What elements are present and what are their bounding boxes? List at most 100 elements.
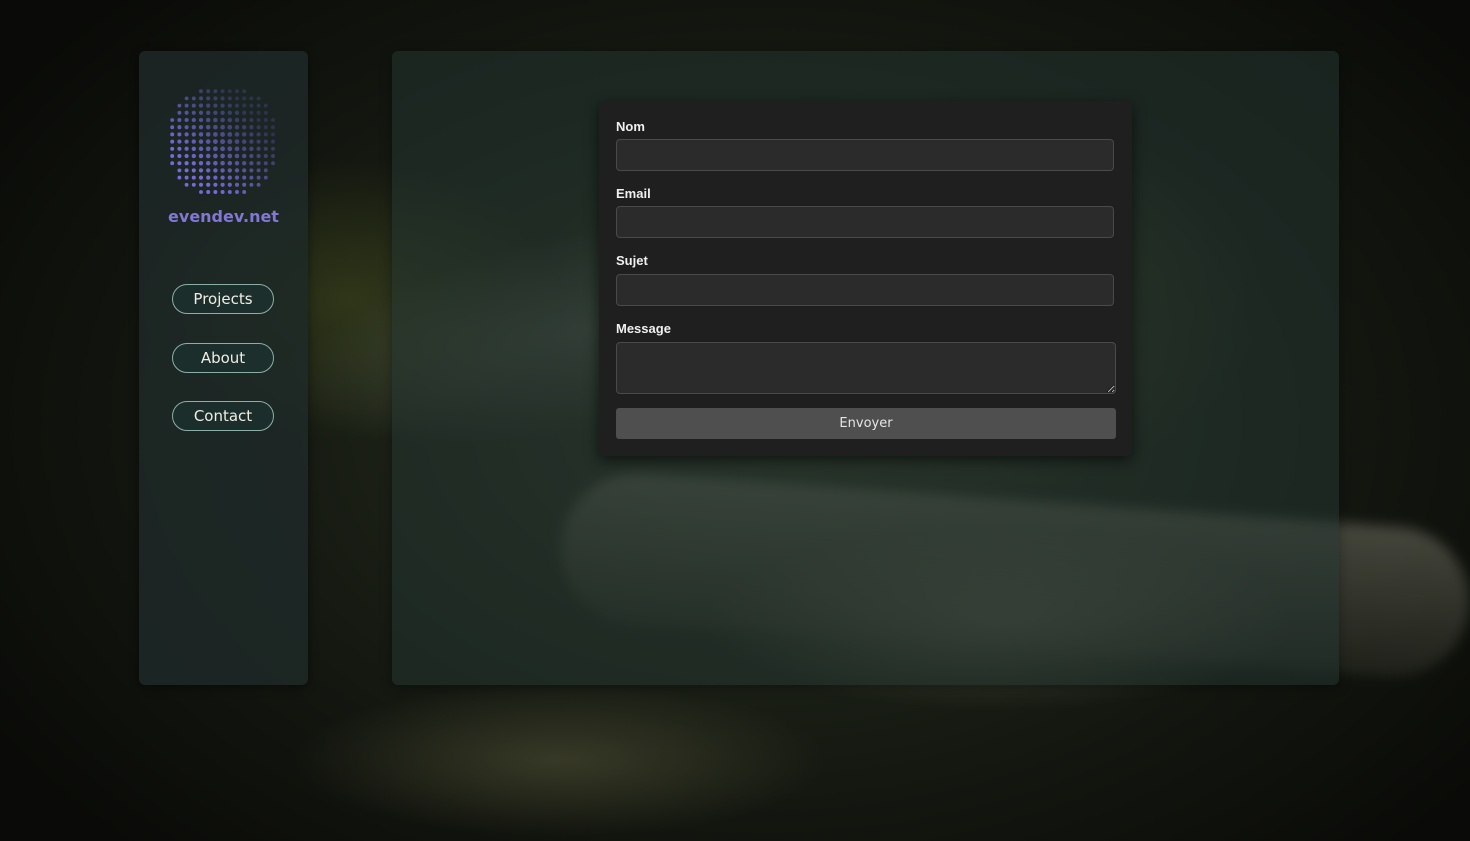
globe-dot — [205, 132, 211, 137]
globe-dot — [249, 96, 254, 101]
globe-dot — [191, 125, 196, 130]
globe-dot — [249, 125, 254, 130]
globe-dot — [263, 139, 268, 144]
globe-dot — [271, 146, 275, 151]
globe-dot — [199, 96, 203, 101]
globe-dot — [235, 89, 239, 94]
globe-dot — [241, 153, 247, 159]
globe-dot — [205, 117, 211, 123]
email-input[interactable] — [616, 206, 1114, 238]
globe-dot — [220, 146, 226, 152]
globe-dot — [227, 190, 232, 194]
globe-dot — [206, 190, 211, 194]
globe-dot — [184, 117, 189, 123]
globe-dot — [242, 161, 247, 166]
globe-dot — [242, 89, 247, 94]
globe-dot — [191, 168, 196, 173]
globe-dot — [263, 175, 268, 180]
globe-dot — [220, 139, 226, 145]
globe-dot — [234, 117, 240, 123]
globe-dot — [234, 182, 240, 187]
globe-dot — [227, 139, 233, 145]
globe-dot — [170, 125, 175, 130]
globe-dot — [177, 139, 182, 144]
globe-dot — [213, 89, 218, 94]
globe-dot — [177, 125, 182, 130]
globe-dot — [198, 139, 204, 144]
globe-dot — [242, 190, 247, 194]
globe-dot — [191, 153, 196, 159]
globe-dot — [263, 110, 268, 115]
subject-input[interactable] — [616, 274, 1114, 306]
submit-button[interactable]: Envoyer — [616, 408, 1116, 439]
globe-dot — [213, 168, 218, 173]
globe-dot — [234, 124, 240, 130]
globe-dot — [177, 168, 182, 173]
globe-dot — [191, 175, 196, 180]
globe-dot — [249, 168, 254, 173]
globe-dot — [205, 153, 211, 159]
globe-dot — [213, 132, 218, 137]
globe-dot — [177, 146, 182, 151]
globe-dot — [263, 168, 268, 173]
globe-dot — [213, 146, 218, 152]
email-label: Email — [616, 186, 651, 201]
globe-dot — [191, 182, 196, 187]
globe-dot — [242, 175, 247, 180]
nav-contact-button[interactable]: Contact — [172, 401, 274, 431]
message-textarea[interactable] — [616, 342, 1116, 394]
globe-dot — [198, 175, 204, 180]
globe-dot — [220, 110, 225, 115]
globe-dot — [263, 153, 268, 159]
globe-dot — [206, 89, 211, 94]
globe-dot — [241, 139, 247, 144]
globe-dot — [234, 132, 240, 137]
globe-dot — [198, 161, 204, 166]
globe-dot — [177, 110, 182, 115]
globe-dot — [177, 132, 182, 137]
globe-dot — [256, 168, 261, 173]
globe-dot — [170, 139, 175, 144]
globe-dot — [184, 175, 189, 180]
globe-dot — [213, 182, 218, 187]
globe-dot — [177, 161, 182, 166]
globe-dot — [271, 132, 275, 137]
globe-dot — [249, 103, 254, 108]
globe-dot — [220, 89, 225, 94]
globe-dot — [235, 190, 239, 194]
globe-dot — [191, 161, 196, 166]
globe-dot — [177, 153, 182, 159]
globe-dot — [241, 132, 247, 137]
globe-dot — [184, 110, 189, 115]
globe-dot — [198, 117, 204, 123]
globe-dot — [191, 117, 196, 123]
globe-dot — [263, 118, 268, 122]
globe-dot — [184, 161, 189, 166]
globe-dot — [241, 124, 247, 130]
globe-dot — [184, 153, 189, 159]
globe-dot — [198, 168, 204, 173]
name-label: Nom — [616, 119, 645, 134]
globe-dot — [191, 103, 196, 108]
name-input[interactable] — [616, 139, 1114, 171]
brand-name: evendev.net — [168, 207, 279, 226]
globe-dot — [191, 110, 196, 115]
nav-about-button[interactable]: About — [172, 343, 274, 373]
globe-dot — [227, 117, 233, 123]
globe-dot — [191, 146, 196, 151]
subject-label: Sujet — [616, 253, 648, 268]
globe-dot — [170, 161, 175, 166]
globe-dot — [234, 96, 240, 101]
globe-dot — [213, 103, 218, 108]
globe-dot — [227, 160, 233, 166]
globe-dot — [256, 132, 261, 137]
nav-projects-button[interactable]: Projects — [172, 284, 274, 314]
globe-dot — [213, 117, 218, 123]
globe-dot — [205, 146, 211, 152]
globe-dot — [242, 168, 247, 173]
globe-dot — [205, 124, 211, 130]
globe-dot — [213, 96, 218, 101]
globe-dot — [199, 190, 203, 194]
sidebar: evendev.net Projects About Contact — [139, 51, 308, 685]
globe-dot — [206, 96, 211, 101]
